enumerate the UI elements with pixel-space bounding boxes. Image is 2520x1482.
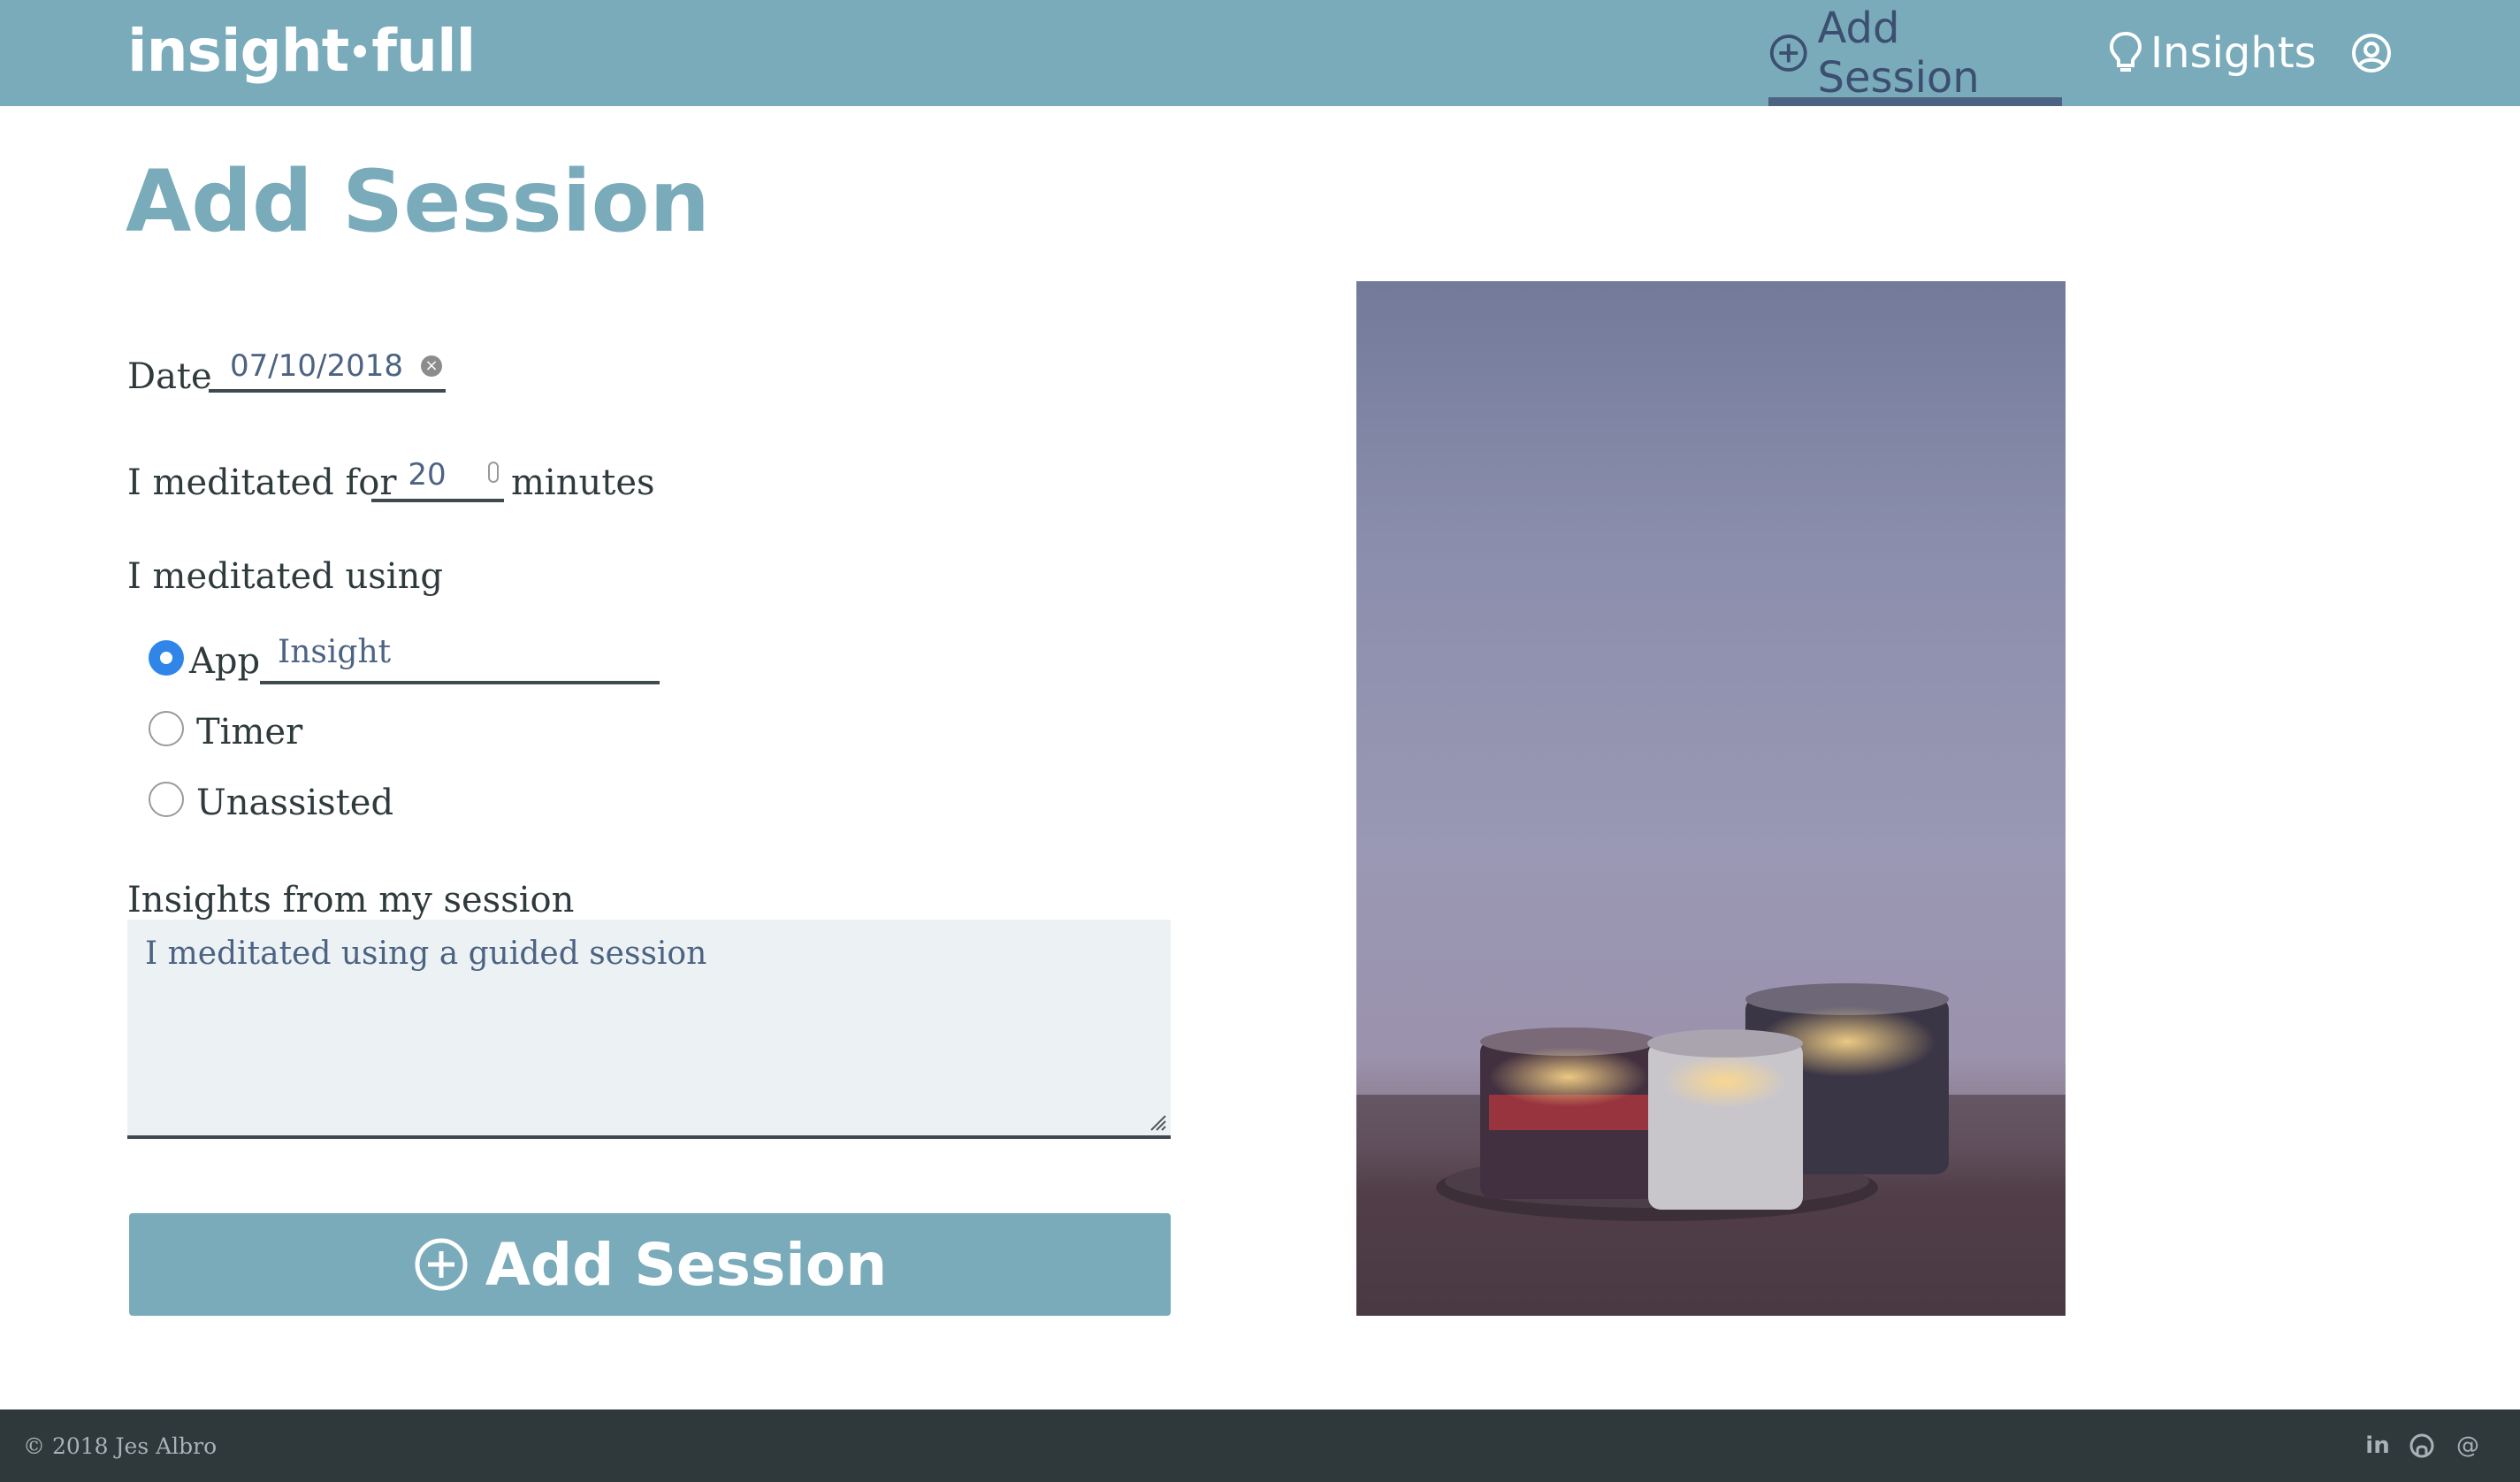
brand-name-right: full xyxy=(371,17,476,85)
candles-illustration xyxy=(1356,983,2066,1316)
radio-timer[interactable] xyxy=(149,711,184,746)
github-icon[interactable] xyxy=(2407,1431,2437,1461)
page-title: Add Session xyxy=(126,152,710,251)
linkedin-icon[interactable]: in xyxy=(2363,1431,2393,1461)
active-tab-indicator xyxy=(1768,97,2062,106)
duration-prefix-label: I meditated for xyxy=(127,462,397,503)
method-label: I meditated using xyxy=(127,556,443,597)
radio-app[interactable] xyxy=(149,640,184,676)
date-input[interactable]: 07/10/2018 × xyxy=(209,343,446,393)
candles-photo xyxy=(1356,281,2066,1316)
user-circle-icon xyxy=(2352,34,2391,73)
lightbulb-icon xyxy=(2109,31,2142,72)
insights-textarea[interactable]: I meditated using a guided session xyxy=(127,920,1171,1139)
insights-text: I meditated using a guided session xyxy=(145,936,707,972)
brand-name-left: insight xyxy=(127,17,349,85)
resize-handle-icon[interactable] xyxy=(1148,1112,1167,1132)
nav-account[interactable] xyxy=(2350,0,2393,106)
top-navbar: insight full Add Session Insights xyxy=(0,0,2520,106)
plus-circle-icon xyxy=(1769,34,1807,72)
insights-label: Insights from my session xyxy=(127,880,575,921)
app-name-input[interactable]: Insight xyxy=(260,628,660,684)
clear-date-icon[interactable]: × xyxy=(421,355,442,377)
plus-circle-icon xyxy=(415,1238,468,1291)
stepper-icon[interactable] xyxy=(488,462,499,483)
date-value: 07/10/2018 xyxy=(230,348,403,384)
email-icon[interactable]: @ xyxy=(2453,1431,2483,1461)
duration-value: 20 xyxy=(408,457,447,493)
nav-add-session[interactable]: Add Session xyxy=(1768,0,2062,106)
app-name-value: Insight xyxy=(278,634,392,670)
add-session-button-label: Add Session xyxy=(485,1230,888,1299)
brand-dot xyxy=(354,44,367,57)
footer: © 2018 Jes Albro in @ xyxy=(0,1409,2520,1482)
radio-unassisted[interactable] xyxy=(149,782,184,817)
radio-app-label[interactable]: App xyxy=(189,638,260,684)
duration-suffix-label: minutes xyxy=(511,462,655,503)
radio-unassisted-label[interactable]: Unassisted xyxy=(196,780,393,826)
duration-input[interactable]: 20 xyxy=(371,453,504,502)
nav-insights-label: Insights xyxy=(2150,28,2317,78)
copyright-text: © 2018 Jes Albro xyxy=(23,1433,218,1459)
radio-timer-label[interactable]: Timer xyxy=(196,709,302,755)
nav-insights[interactable]: Insights xyxy=(2108,0,2317,106)
add-session-button[interactable]: Add Session xyxy=(129,1213,1171,1316)
date-label: Date xyxy=(127,356,212,397)
nav-add-session-label: Add Session xyxy=(1817,4,1980,103)
brand-logo[interactable]: insight full xyxy=(127,16,476,87)
